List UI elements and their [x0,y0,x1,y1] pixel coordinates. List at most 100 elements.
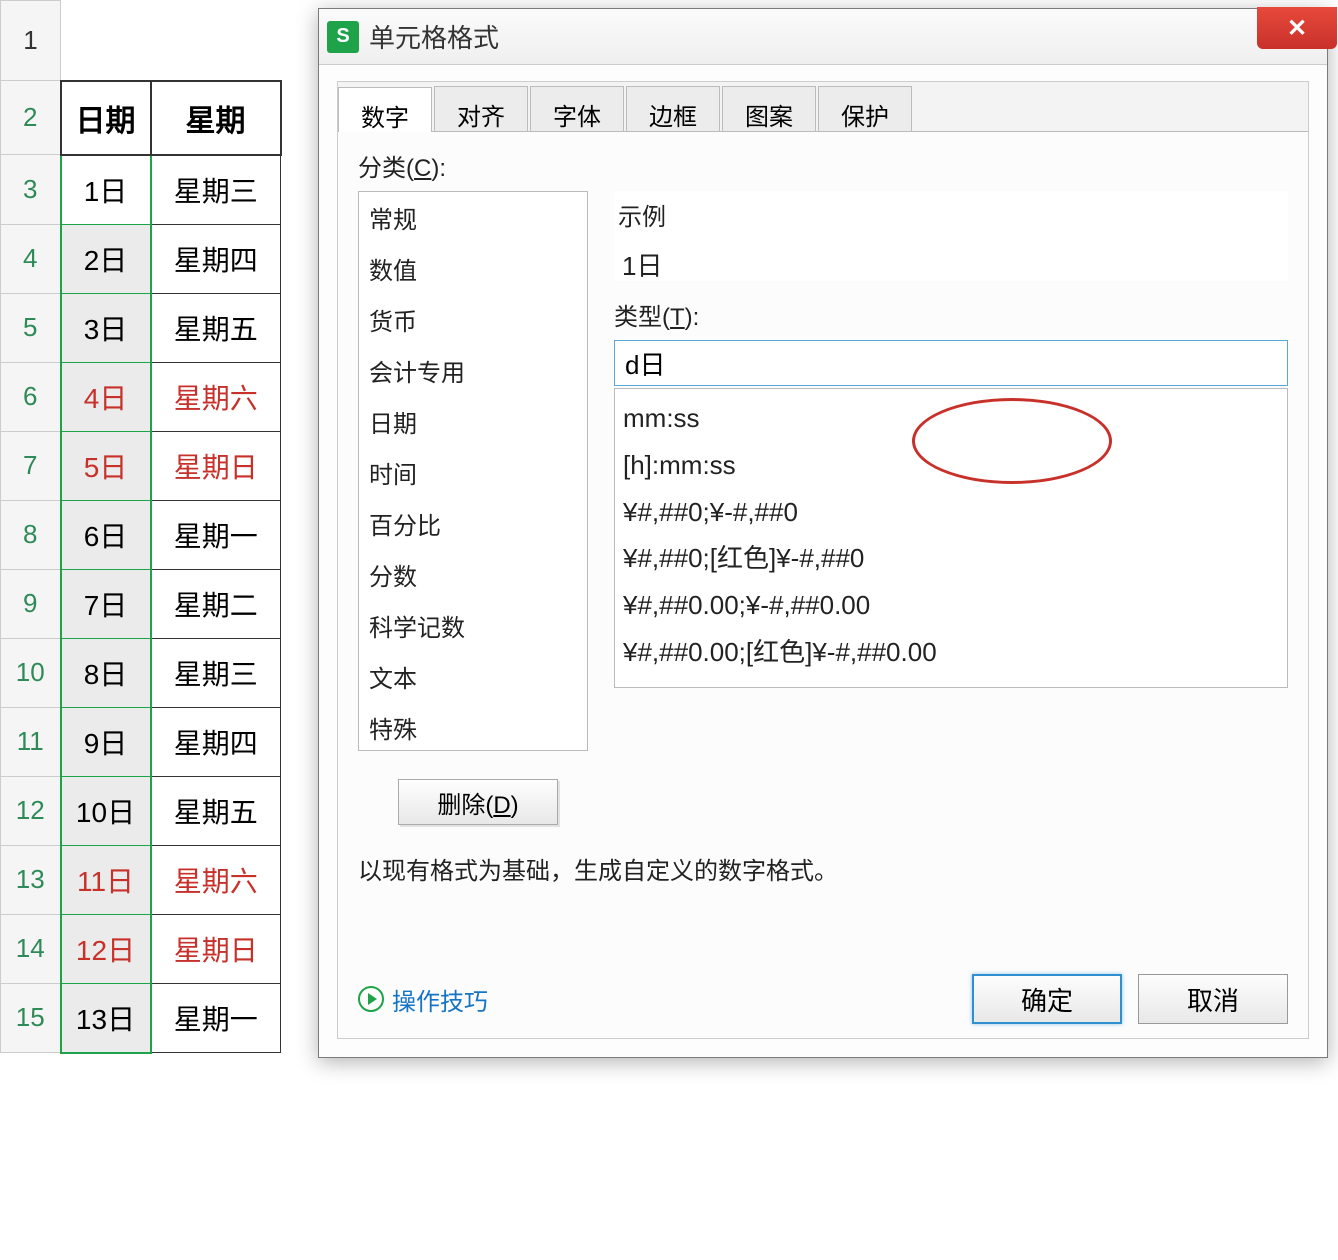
format-item[interactable]: ¥#,##0.00;¥-#,##0.00 [623,582,1279,629]
category-item-scientific[interactable]: 科学记数 [359,600,587,651]
row-2-headers: 2 日期 星期 [1,81,281,155]
ok-button[interactable]: 确定 [972,974,1122,1024]
format-item[interactable]: ¥#,##0;¥-#,##0 [623,489,1279,536]
app-icon: S [327,21,359,53]
close-button[interactable]: ✕ [1257,7,1337,49]
category-item-percentage[interactable]: 百分比 [359,498,587,549]
format-item[interactable]: ¥#,##0;[红色]¥-#,##0 [623,535,1279,582]
cell-weekday[interactable]: 星期三 [151,638,281,707]
titlebar[interactable]: S 单元格格式 ✕ [319,9,1327,65]
type-label: 类型(T): [614,297,1288,332]
row-header-1[interactable]: 1 [1,1,61,81]
table-row: 13 11日 星期六 [1,845,281,914]
row-header[interactable]: 11 [1,707,61,776]
dialog-body: 数字 对齐 字体 边框 图案 保护 分类(C): 常规 数值 货币 会计专用 日… [337,81,1309,1039]
cell-weekday[interactable]: 星期六 [151,845,281,914]
table-row: 9 7日 星期二 [1,569,281,638]
cell-date[interactable]: 6日 [61,500,151,569]
table-row: 7 5日 星期日 [1,431,281,500]
row-header[interactable]: 13 [1,845,61,914]
cell-date[interactable]: 9日 [61,707,151,776]
category-item-time[interactable]: 时间 [359,447,587,498]
cell-weekday[interactable]: 星期五 [151,293,281,362]
example-label: 示例 [618,197,1284,232]
cell-date[interactable]: 4日 [61,362,151,431]
category-item-accounting[interactable]: 会计专用 [359,345,587,396]
row-header[interactable]: 9 [1,569,61,638]
cell-weekday[interactable]: 星期三 [151,155,281,225]
tab-border[interactable]: 边框 [626,86,720,131]
category-item-number[interactable]: 数值 [359,243,587,294]
cancel-button[interactable]: 取消 [1138,974,1288,1024]
row-header[interactable]: 8 [1,500,61,569]
row-header[interactable]: 5 [1,293,61,362]
col-header-weekday[interactable]: 星期 [151,81,281,155]
table-row: 5 3日 星期五 [1,293,281,362]
cell-weekday[interactable]: 星期二 [151,569,281,638]
format-item[interactable]: ¥#,##0.00;[红色]¥-#,##0.00 [623,629,1279,676]
cell-weekday[interactable]: 星期五 [151,776,281,845]
tab-alignment[interactable]: 对齐 [434,86,528,131]
cell-date[interactable]: 12日 [61,914,151,983]
category-item-fraction[interactable]: 分数 [359,549,587,600]
table-row: 8 6日 星期一 [1,500,281,569]
table-row: 10 8日 星期三 [1,638,281,707]
cell-date[interactable]: 3日 [61,293,151,362]
tab-pattern[interactable]: 图案 [722,86,816,131]
row-header-2[interactable]: 2 [1,81,61,155]
cell-date[interactable]: 11日 [61,845,151,914]
delete-button[interactable]: 删除(D) [398,779,558,825]
play-icon [358,986,384,1012]
cell-a1[interactable] [61,1,151,81]
cell-date[interactable]: 7日 [61,569,151,638]
cell-b1[interactable] [151,1,281,81]
cell-date[interactable]: 10日 [61,776,151,845]
category-item-special[interactable]: 特殊 [359,702,587,751]
cell-weekday[interactable]: 星期一 [151,500,281,569]
row-header[interactable]: 14 [1,914,61,983]
cell-weekday[interactable]: 星期日 [151,914,281,983]
row-header[interactable]: 12 [1,776,61,845]
close-icon: ✕ [1287,14,1307,43]
cell-date[interactable]: 1日 [61,155,151,225]
category-listbox[interactable]: 常规 数值 货币 会计专用 日期 时间 百分比 分数 科学记数 文本 特殊 自定… [358,191,588,751]
cell-weekday[interactable]: 星期四 [151,224,281,293]
cell-weekday[interactable]: 星期日 [151,431,281,500]
cell-date[interactable]: 8日 [61,638,151,707]
category-item-text[interactable]: 文本 [359,651,587,702]
cell-date[interactable]: 2日 [61,224,151,293]
category-item-currency[interactable]: 货币 [359,294,587,345]
format-listbox[interactable]: mm:ss [h]:mm:ss ¥#,##0;¥-#,##0 ¥#,##0;[红… [614,388,1288,688]
tab-number[interactable]: 数字 [338,87,432,132]
hint-text: 以现有格式为基础，生成自定义的数字格式。 [358,851,1288,886]
example-box: 示例 1日 [614,191,1288,281]
format-item[interactable]: d"日" [623,676,1279,688]
cell-date[interactable]: 13日 [61,983,151,1053]
cell-date[interactable]: 5日 [61,431,151,500]
example-value: 1日 [618,246,1284,283]
col-header-date[interactable]: 日期 [61,81,151,155]
cell-weekday[interactable]: 星期六 [151,362,281,431]
tab-font[interactable]: 字体 [530,86,624,131]
format-item[interactable]: [h]:mm:ss [623,442,1279,489]
category-label: 分类(C): [358,148,1288,183]
format-item[interactable]: mm:ss [623,395,1279,442]
tab-protection[interactable]: 保护 [818,86,912,131]
row-header[interactable]: 6 [1,362,61,431]
dialog-title: 单元格格式 [369,18,499,55]
row-header[interactable]: 7 [1,431,61,500]
tips-link[interactable]: 操作技巧 [358,982,488,1017]
row-header[interactable]: 15 [1,983,61,1053]
category-item-general[interactable]: 常规 [359,192,587,243]
type-input[interactable] [614,340,1288,386]
cell-weekday[interactable]: 星期一 [151,983,281,1053]
row-header[interactable]: 4 [1,224,61,293]
row-header[interactable]: 3 [1,155,61,225]
row-header[interactable]: 10 [1,638,61,707]
table-row: 3 1日 星期三 [1,155,281,225]
row-1: 1 [1,1,281,81]
category-item-date[interactable]: 日期 [359,396,587,447]
cell-weekday[interactable]: 星期四 [151,707,281,776]
cell-format-dialog: S 单元格格式 ✕ 数字 对齐 字体 边框 图案 保护 分类(C): 常规 数值… [318,8,1328,1058]
table-row: 11 9日 星期四 [1,707,281,776]
